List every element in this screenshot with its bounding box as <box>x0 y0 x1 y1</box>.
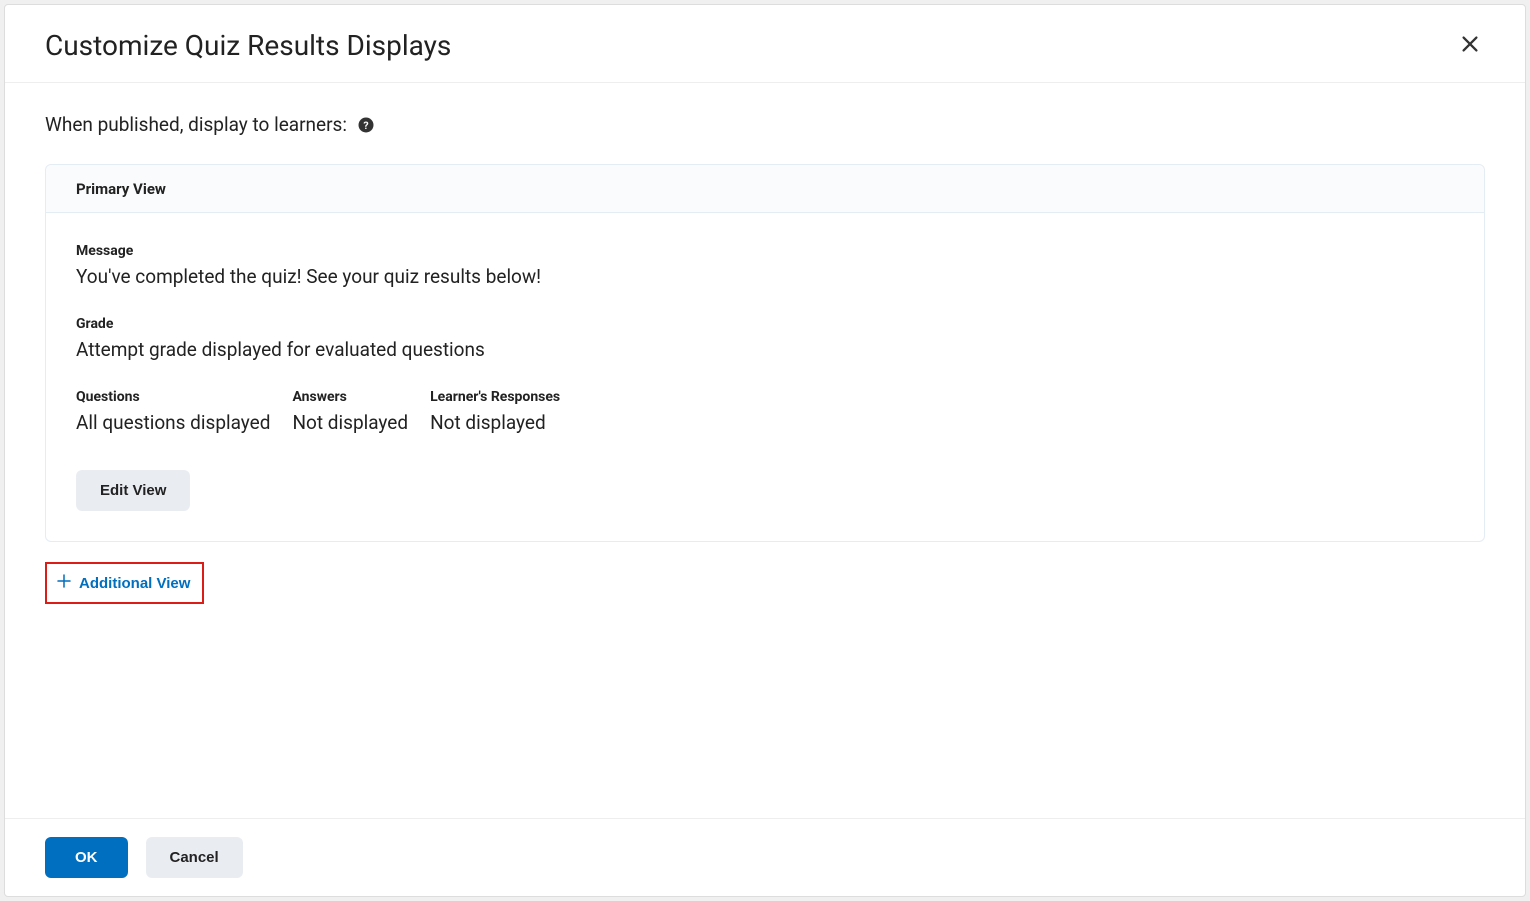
modal-body: When published, display to learners: ? P… <box>5 83 1525 818</box>
questions-column: Questions All questions displayed <box>76 389 270 434</box>
modal-footer: OK Cancel <box>5 818 1525 896</box>
panel-body: Message You've completed the quiz! See y… <box>46 213 1484 541</box>
questions-label: Questions <box>76 389 270 405</box>
close-icon <box>1459 33 1481 58</box>
cancel-button[interactable]: Cancel <box>146 837 243 878</box>
message-field: Message You've completed the quiz! See y… <box>76 243 1454 288</box>
learner-responses-label: Learner's Responses <box>430 389 560 405</box>
grade-value: Attempt grade displayed for evaluated qu… <box>76 338 1454 361</box>
display-columns: Questions All questions displayed Answer… <box>76 389 1454 434</box>
intro-text: When published, display to learners: <box>45 113 347 136</box>
svg-text:?: ? <box>363 118 368 131</box>
close-button[interactable] <box>1455 29 1485 62</box>
modal-title: Customize Quiz Results Displays <box>45 29 451 62</box>
plus-icon <box>55 572 73 594</box>
message-value: You've completed the quiz! See your quiz… <box>76 265 1454 288</box>
customize-quiz-results-modal: Customize Quiz Results Displays When pub… <box>4 4 1526 897</box>
learner-responses-column: Learner's Responses Not displayed <box>430 389 560 434</box>
message-label: Message <box>76 243 1454 259</box>
primary-view-panel: Primary View Message You've completed th… <box>45 164 1485 542</box>
ok-button[interactable]: OK <box>45 837 128 878</box>
grade-label: Grade <box>76 316 1454 332</box>
additional-view-label: Additional View <box>79 575 190 592</box>
questions-value: All questions displayed <box>76 411 270 434</box>
answers-label: Answers <box>292 389 408 405</box>
learner-responses-value: Not displayed <box>430 411 560 434</box>
intro-row: When published, display to learners: ? <box>45 113 1485 136</box>
panel-header: Primary View <box>46 165 1484 213</box>
panel-header-text: Primary View <box>76 180 166 198</box>
answers-column: Answers Not displayed <box>292 389 408 434</box>
help-icon[interactable]: ? <box>357 116 375 134</box>
grade-field: Grade Attempt grade displayed for evalua… <box>76 316 1454 361</box>
edit-view-button[interactable]: Edit View <box>76 470 190 511</box>
answers-value: Not displayed <box>292 411 408 434</box>
modal-header: Customize Quiz Results Displays <box>5 5 1525 83</box>
additional-view-highlight: Additional View <box>45 562 204 604</box>
additional-view-button[interactable]: Additional View <box>51 568 194 598</box>
